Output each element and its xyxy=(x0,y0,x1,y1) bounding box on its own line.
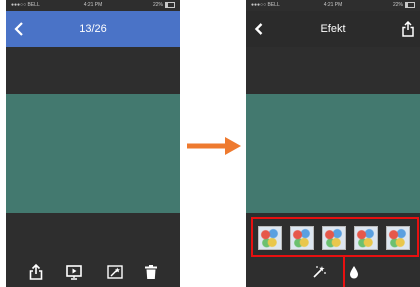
share-button[interactable] xyxy=(401,20,415,37)
filter-thumbnail[interactable] xyxy=(290,226,314,250)
filter-thumbnail[interactable] xyxy=(386,226,410,250)
battery-icon xyxy=(405,1,415,8)
share-icon xyxy=(402,20,414,37)
battery-indicator: 22% xyxy=(393,0,415,11)
share-icon xyxy=(29,263,43,280)
share-button[interactable] xyxy=(27,263,45,281)
back-button[interactable] xyxy=(252,20,268,38)
chevron-left-icon xyxy=(254,23,263,35)
battery-percent: 22% xyxy=(152,2,163,8)
filter-thumbnail[interactable] xyxy=(258,226,282,250)
battery-indicator: 22% xyxy=(153,0,175,11)
transition-arrow-icon xyxy=(187,137,241,155)
photo-preview[interactable] xyxy=(246,94,420,213)
navigation-bar: 13/26 xyxy=(6,11,180,47)
status-bar: ●●●○○ BELL 4:21 PM 22% xyxy=(246,0,420,11)
auto-enhance-button[interactable] xyxy=(310,263,328,281)
trash-icon xyxy=(145,265,157,279)
filter-thumbnail-strip xyxy=(251,217,419,257)
filter-thumbnail[interactable] xyxy=(354,226,378,250)
screen-title: Efekt xyxy=(320,23,346,35)
callout-line xyxy=(343,257,345,287)
color-adjust-button[interactable] xyxy=(345,263,363,281)
battery-percent: 22% xyxy=(392,2,403,8)
photo-counter: 13/26 xyxy=(79,23,107,35)
enhance-button[interactable] xyxy=(106,263,124,281)
bottom-toolbar xyxy=(6,258,180,287)
battery-icon xyxy=(165,1,175,8)
back-button[interactable] xyxy=(12,20,28,38)
enhance-icon xyxy=(107,265,123,279)
delete-button[interactable] xyxy=(142,263,160,281)
navigation-bar: Efekt xyxy=(246,11,420,47)
filter-thumbnail[interactable] xyxy=(322,226,346,250)
effects-toolbar xyxy=(246,258,420,287)
slideshow-button[interactable] xyxy=(65,263,83,281)
droplet-icon xyxy=(350,266,358,279)
chevron-left-icon xyxy=(14,22,23,36)
photo-viewer-screen: ●●●○○ BELL 4:21 PM 22% 13/26 xyxy=(6,0,180,287)
magic-wand-icon xyxy=(313,266,326,278)
slideshow-icon xyxy=(66,265,82,280)
photo-view[interactable] xyxy=(6,94,180,213)
status-bar: ●●●○○ BELL 4:21 PM 22% xyxy=(6,0,180,11)
